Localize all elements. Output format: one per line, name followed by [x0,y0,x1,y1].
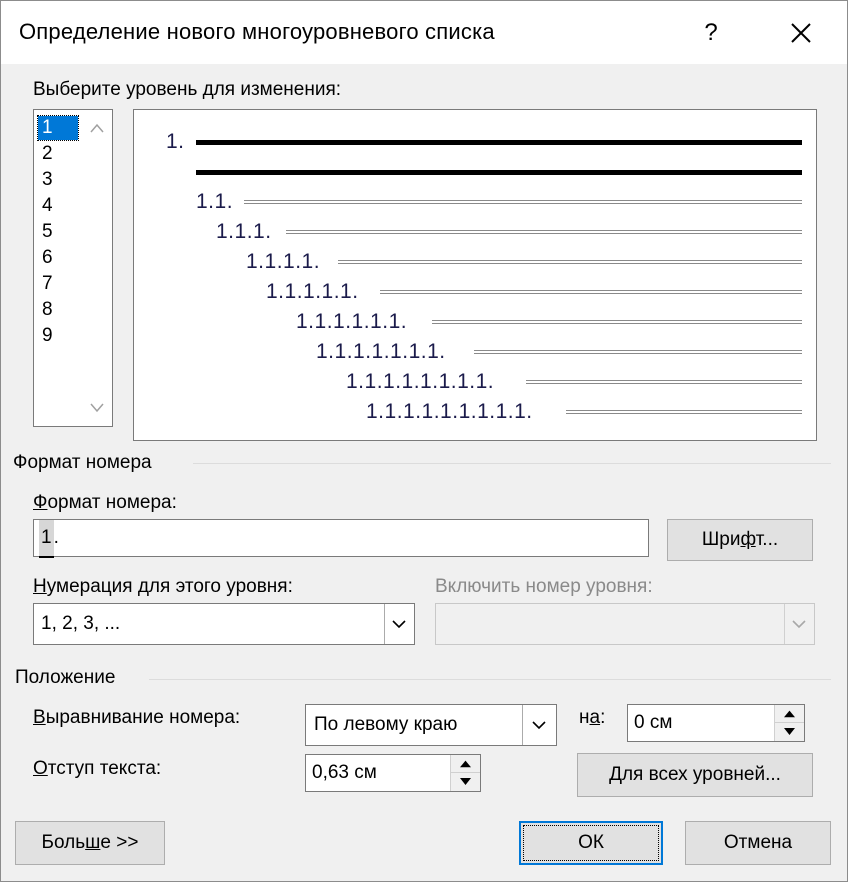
preview-level-number: 1.1.1.1. [246,250,321,273]
level-item[interactable]: 9 [38,324,78,348]
preview-level-number: 1.1.1.1.1.1.1. [316,340,446,363]
chevron-down-icon [392,620,406,629]
numbering-label: Нумерация для этого уровня: [33,576,293,597]
at-spin-buttons[interactable] [774,705,804,741]
preview-text-line [432,320,802,324]
alignment-combo[interactable]: По левому краю [305,704,557,746]
preview-level-number: 1.1.1.1.1.1.1.1. [346,370,495,393]
alignment-label: Выравнивание номера: [33,707,241,728]
all-levels-button[interactable]: Для всех уровней... [577,753,813,797]
help-button[interactable]: ? [691,13,731,53]
level-scrollbar[interactable] [82,110,112,426]
at-value: 0 см [634,712,673,733]
dialog-window: Определение нового многоуровневого списк… [0,0,848,882]
ok-button[interactable]: ОК [519,821,663,865]
group-divider [149,679,831,680]
numbering-dropdown-button[interactable] [384,604,414,644]
spin-up-icon[interactable] [451,755,480,773]
include-level-label: Включить номер уровня: [435,576,653,597]
title-bar: Определение нового многоуровневого списк… [1,1,847,64]
more-button[interactable]: Больше >> [15,821,165,865]
include-level-combo [435,603,815,645]
close-button[interactable] [781,13,821,53]
level-item[interactable]: 4 [38,194,78,218]
format-label: Формат номера: [33,492,177,513]
position-group-title: Положение [15,667,116,688]
preview-text-line [566,410,802,414]
dialog-title: Определение нового многоуровневого списк… [19,19,495,44]
preview-level-number: 1. [166,130,185,153]
format-field-number: 1 [39,520,54,558]
include-level-dropdown-button [784,604,814,644]
spin-down-icon[interactable] [451,773,480,791]
level-item[interactable]: 1 [37,115,79,141]
chevron-down-icon[interactable] [90,402,104,414]
indent-spin-buttons[interactable] [450,755,480,791]
preview-text-line [244,200,802,204]
focus-rectangle [523,825,659,861]
level-listbox[interactable]: 1 2 3 4 5 6 7 8 9 [33,109,113,427]
preview-level-number: 1.1. [196,190,234,213]
group-divider [193,463,831,464]
preview-text-line [338,260,802,264]
level-item[interactable]: 7 [38,272,78,296]
spin-down-icon[interactable] [775,723,804,741]
alignment-dropdown-button[interactable] [522,705,556,745]
preview-level-number: 1.1.1.1.1.1. [296,310,408,333]
level-item[interactable]: 3 [38,168,78,192]
spin-up-icon[interactable] [775,705,804,723]
preview-level-number: 1.1.1.1.1.1.1.1.1. [366,400,533,423]
preview-text-line [196,170,802,175]
numbering-style-value: 1, 2, 3, ... [41,613,121,634]
preview-text-line [526,380,802,384]
number-format-group-title: Формат номера [13,452,152,473]
at-spinner[interactable]: 0 см [627,704,805,742]
numbering-style-combo[interactable]: 1, 2, 3, ... [33,603,415,645]
alignment-value: По левому краю [314,714,458,735]
list-preview: 1. 1.1. 1.1.1. 1.1.1.1. 1.1.1.1.1. 1.1.1… [133,109,817,441]
level-item[interactable]: 6 [38,246,78,270]
preview-level-number: 1.1.1. [216,220,272,243]
preview-text-line [380,290,802,294]
level-item[interactable]: 2 [38,142,78,166]
close-icon [791,23,811,43]
chevron-down-icon [532,721,546,730]
format-field-suffix: . [53,527,59,548]
level-select-label: Выберите уровень для изменения: [33,79,342,100]
preview-text-line [196,140,802,145]
level-item[interactable]: 5 [38,220,78,244]
chevron-down-icon [792,620,806,629]
number-format-input[interactable]: 1. [33,519,649,558]
chevron-up-icon[interactable] [90,122,104,134]
font-button[interactable]: Шрифт... [667,519,813,561]
indent-label: Отступ текста: [33,758,162,779]
cancel-button[interactable]: Отмена [685,821,831,865]
preview-text-line [474,350,802,354]
level-item[interactable]: 8 [38,298,78,322]
preview-level-number: 1.1.1.1.1. [266,280,359,303]
indent-value: 0,63 см [312,762,377,783]
indent-spinner[interactable]: 0,63 см [305,754,481,792]
preview-text-line [286,230,802,234]
at-label: на: [579,707,606,728]
